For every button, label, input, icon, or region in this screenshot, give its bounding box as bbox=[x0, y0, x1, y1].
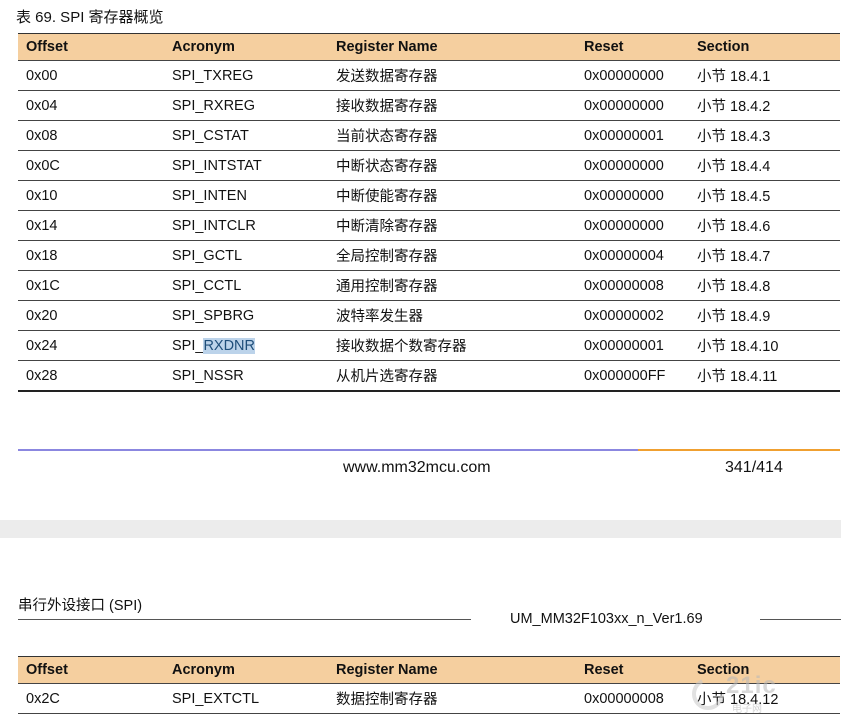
page-number: 341/414 bbox=[725, 459, 783, 476]
table-row: 0x18 SPI_GCTL 全局控制寄存器 0x00000004 小节 18.4… bbox=[18, 240, 840, 271]
document-page: 表 69. SPI 寄存器概览 Offset Acronym Register … bbox=[0, 0, 841, 520]
cell-reset[interactable]: 0x00000000 bbox=[576, 60, 689, 91]
cell-register-name[interactable]: 中断状态寄存器 bbox=[328, 150, 576, 181]
footer-rule-purple bbox=[18, 449, 638, 451]
cell-register-name[interactable]: 数据控制寄存器 bbox=[328, 683, 576, 714]
cell-acronym[interactable]: SPI_TXREG bbox=[164, 60, 328, 91]
column-header-register-name: Register Name bbox=[328, 33, 576, 61]
cell-section[interactable]: 小节 18.4.1 bbox=[689, 60, 840, 91]
cell-register-name[interactable]: 中断使能寄存器 bbox=[328, 180, 576, 211]
cell-section[interactable]: 小节 18.4.11 bbox=[689, 360, 840, 392]
cell-section[interactable]: 小节 18.4.2 bbox=[689, 90, 840, 121]
cell-section[interactable]: 小节 18.4.3 bbox=[689, 120, 840, 151]
cell-acronym[interactable]: SPI_INTEN bbox=[164, 180, 328, 211]
cell-offset[interactable]: 0x28 bbox=[18, 360, 164, 392]
cell-section[interactable]: 小节 18.4.5 bbox=[689, 180, 840, 211]
cell-section[interactable]: 小节 18.4.4 bbox=[689, 150, 840, 181]
cell-register-name[interactable]: 全局控制寄存器 bbox=[328, 240, 576, 271]
cell-register-name[interactable]: 波特率发生器 bbox=[328, 300, 576, 331]
acronym-prefix: SPI_ bbox=[172, 337, 204, 354]
cell-reset[interactable]: 0x000000FF bbox=[576, 360, 689, 392]
cell-offset[interactable]: 0x04 bbox=[18, 90, 164, 121]
watermark-swirl-icon bbox=[692, 678, 724, 710]
table-row: 0x10 SPI_INTEN 中断使能寄存器 0x00000000 小节 18.… bbox=[18, 180, 840, 211]
cell-register-name[interactable]: 中断清除寄存器 bbox=[328, 210, 576, 241]
cell-acronym[interactable]: SPI_INTSTAT bbox=[164, 150, 328, 181]
column-header-offset: Offset bbox=[18, 656, 164, 684]
cell-acronym[interactable]: SPI_CCTL bbox=[164, 270, 328, 301]
cell-offset[interactable]: 0x14 bbox=[18, 210, 164, 241]
footer-rule-orange bbox=[638, 449, 840, 451]
cell-offset[interactable]: 0x08 bbox=[18, 120, 164, 151]
cell-acronym[interactable]: SPI_GCTL bbox=[164, 240, 328, 271]
table-row: 0x20 SPI_SPBRG 波特率发生器 0x00000002 小节 18.4… bbox=[18, 300, 840, 331]
cell-register-name[interactable]: 接收数据寄存器 bbox=[328, 90, 576, 121]
cell-register-name[interactable]: 接收数据个数寄存器 bbox=[328, 330, 576, 361]
column-header-reset: Reset bbox=[576, 33, 689, 61]
column-header-register-name: Register Name bbox=[328, 656, 576, 684]
cell-section[interactable]: 小节 18.4.9 bbox=[689, 300, 840, 331]
header-rule-left bbox=[18, 619, 471, 620]
section-header: 串行外设接口 (SPI) bbox=[18, 598, 143, 614]
column-header-acronym: Acronym bbox=[164, 33, 328, 61]
cell-reset[interactable]: 0x00000002 bbox=[576, 300, 689, 331]
cell-offset[interactable]: 0x2C bbox=[18, 683, 164, 714]
cell-acronym[interactable]: SPI_CSTAT bbox=[164, 120, 328, 151]
cell-section[interactable]: 小节 18.4.7 bbox=[689, 240, 840, 271]
cell-acronym[interactable]: SPI_INTCLR bbox=[164, 210, 328, 241]
site-watermark-logo: 21ic 电子网 bbox=[688, 672, 838, 718]
watermark-subtext: 电子网 bbox=[732, 704, 762, 715]
page-gap bbox=[0, 520, 841, 538]
cell-register-name[interactable]: 发送数据寄存器 bbox=[328, 60, 576, 91]
cell-offset[interactable]: 0x1C bbox=[18, 270, 164, 301]
cell-offset[interactable]: 0x10 bbox=[18, 180, 164, 211]
cell-acronym[interactable]: SPI_NSSR bbox=[164, 360, 328, 392]
cell-reset[interactable]: 0x00000000 bbox=[576, 90, 689, 121]
table-row: 0x0C SPI_INTSTAT 中断状态寄存器 0x00000000 小节 1… bbox=[18, 150, 840, 181]
cell-acronym[interactable]: SPI_SPBRG bbox=[164, 300, 328, 331]
table-row: 0x1C SPI_CCTL 通用控制寄存器 0x00000008 小节 18.4… bbox=[18, 270, 840, 301]
cell-reset[interactable]: 0x00000008 bbox=[576, 270, 689, 301]
cell-offset[interactable]: 0x18 bbox=[18, 240, 164, 271]
cell-reset[interactable]: 0x00000001 bbox=[576, 120, 689, 151]
table-caption: 表 69. SPI 寄存器概览 bbox=[16, 9, 164, 26]
cell-acronym[interactable]: SPI_RXDNR bbox=[164, 330, 328, 361]
cell-offset[interactable]: 0x24 bbox=[18, 330, 164, 361]
column-header-reset: Reset bbox=[576, 656, 689, 684]
column-header-acronym: Acronym bbox=[164, 656, 328, 684]
cell-section[interactable]: 小节 18.4.8 bbox=[689, 270, 840, 301]
cell-acronym[interactable]: SPI_RXREG bbox=[164, 90, 328, 121]
cell-section[interactable]: 小节 18.4.6 bbox=[689, 210, 840, 241]
cell-offset[interactable]: 0x0C bbox=[18, 150, 164, 181]
table-row: 0x28 SPI_NSSR 从机片选寄存器 0x000000FF 小节 18.4… bbox=[18, 360, 840, 392]
cell-register-name[interactable]: 从机片选寄存器 bbox=[328, 360, 576, 392]
watermark-text: 21ic bbox=[726, 672, 777, 699]
cell-register-name[interactable]: 当前状态寄存器 bbox=[328, 120, 576, 151]
cell-offset[interactable]: 0x20 bbox=[18, 300, 164, 331]
footer-url[interactable]: www.mm32mcu.com bbox=[343, 459, 491, 477]
cell-section[interactable]: 小节 18.4.10 bbox=[689, 330, 840, 361]
cell-reset[interactable]: 0x00000001 bbox=[576, 330, 689, 361]
table-row: 0x00 SPI_TXREG 发送数据寄存器 0x00000000 小节 18.… bbox=[18, 60, 840, 91]
document-version: UM_MM32F103xx_n_Ver1.69 bbox=[510, 611, 703, 627]
table-row: 0x08 SPI_CSTAT 当前状态寄存器 0x00000001 小节 18.… bbox=[18, 120, 840, 151]
cell-reset[interactable]: 0x00000008 bbox=[576, 683, 689, 714]
column-header-offset: Offset bbox=[18, 33, 164, 61]
column-header-section: Section bbox=[689, 33, 840, 61]
cell-offset[interactable]: 0x00 bbox=[18, 60, 164, 91]
cell-reset[interactable]: 0x00000000 bbox=[576, 180, 689, 211]
header-rule-right bbox=[760, 619, 841, 620]
table-row: 0x14 SPI_INTCLR 中断清除寄存器 0x00000000 小节 18… bbox=[18, 210, 840, 241]
cell-register-name[interactable]: 通用控制寄存器 bbox=[328, 270, 576, 301]
cell-reset[interactable]: 0x00000004 bbox=[576, 240, 689, 271]
cell-reset[interactable]: 0x00000000 bbox=[576, 150, 689, 181]
cell-reset[interactable]: 0x00000000 bbox=[576, 210, 689, 241]
table-header-row: Offset Acronym Register Name Reset Secti… bbox=[18, 33, 840, 61]
register-table: Offset Acronym Register Name Reset Secti… bbox=[18, 33, 840, 392]
table-row: 0x04 SPI_RXREG 接收数据寄存器 0x00000000 小节 18.… bbox=[18, 90, 840, 121]
table-row: 0x24 SPI_RXDNR 接收数据个数寄存器 0x00000001 小节 1… bbox=[18, 330, 840, 361]
text-selection-highlight[interactable]: RXDNR bbox=[203, 337, 255, 354]
cell-acronym[interactable]: SPI_EXTCTL bbox=[164, 683, 328, 714]
